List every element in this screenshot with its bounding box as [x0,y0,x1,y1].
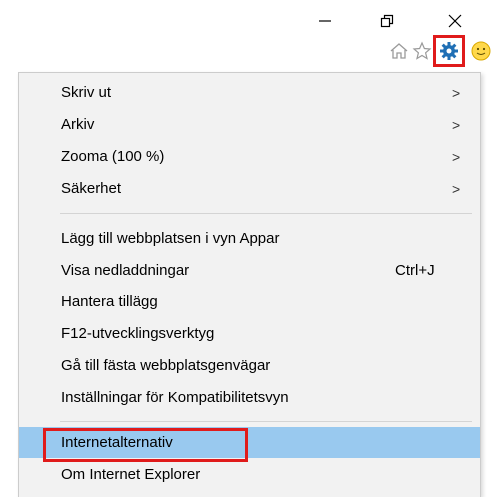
smiley-icon [471,41,491,61]
menu-item-label: Säkerhet [61,180,122,197]
tools-button[interactable] [433,35,465,67]
menu-item-label: Visa nedladdningar [61,262,190,279]
minimize-icon [319,20,331,22]
menu-item-add-site-to-apps[interactable]: Lägg till webbplatsen i vyn Appar [19,223,480,254]
menu-item-pinned-sites[interactable]: Gå till fästa webbplatsgenvägar [19,350,480,381]
menu-item-about-ie[interactable]: Om Internet Explorer [19,459,480,490]
restore-icon [380,14,394,28]
shortcut-label: Ctrl+J [395,262,435,279]
menu-item-label: Skriv ut [61,84,112,101]
restore-button[interactable] [367,6,407,36]
home-icon [390,43,408,59]
menu-item-label: Internetalternativ [61,434,173,451]
menu-item-zoom[interactable]: Zooma (100 %) > [19,141,480,172]
menu-item-label: Gå till fästa webbplatsgenvägar [61,357,271,374]
chevron-right-icon: > [452,84,461,101]
menu-item-compatibility-view[interactable]: Inställningar för Kompatibilitetsvyn [19,382,480,413]
star-icon [412,41,432,60]
menu-item-label: Lägg till webbplatsen i vyn Appar [61,230,280,247]
feedback-button[interactable] [468,38,494,64]
menu-item-label: Inställningar för Kompatibilitetsvyn [61,389,289,406]
menu-item-label: Om Internet Explorer [61,466,201,483]
chevron-right-icon: > [452,180,461,197]
close-icon [448,14,462,28]
menu-item-view-downloads[interactable]: Visa nedladdningar Ctrl+J [19,255,480,286]
menu-item-internet-options[interactable]: Internetalternativ [19,427,480,458]
menu-item-manage-addons[interactable]: Hantera tillägg [19,286,480,317]
minimize-button[interactable] [305,6,345,36]
menu-item-label: F12-utvecklingsverktyg [61,325,215,342]
chevron-right-icon: > [452,148,461,165]
menu-item-safety[interactable]: Säkerhet > [19,173,480,204]
menu-separator [60,213,472,214]
menu-item-f12-tools[interactable]: F12-utvecklingsverktyg [19,318,480,349]
tools-menu: Skriv ut > Arkiv > Zooma (100 %) > Säker… [18,72,481,497]
menu-separator [60,421,472,422]
gear-icon [440,42,458,60]
menu-item-print[interactable]: Skriv ut > [19,77,480,108]
menu-item-label: Hantera tillägg [61,293,158,310]
menu-item-label: Arkiv [61,116,95,133]
menu-item-file[interactable]: Arkiv > [19,109,480,140]
close-button[interactable] [435,6,475,36]
chevron-right-icon: > [452,116,461,133]
menu-item-label: Zooma (100 %) [61,148,165,165]
favorites-button[interactable] [409,38,435,64]
